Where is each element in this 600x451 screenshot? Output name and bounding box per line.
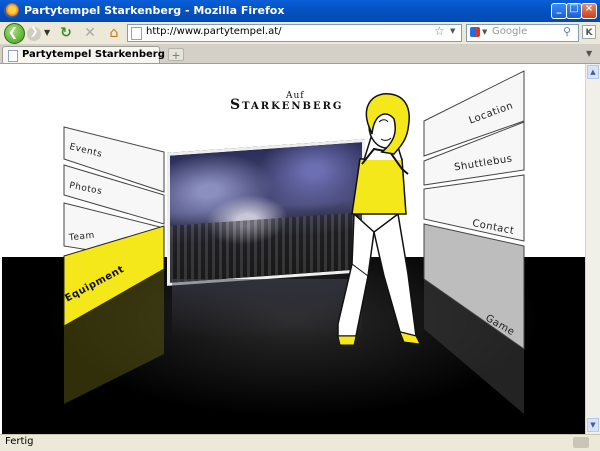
forward-button[interactable]: ❯ xyxy=(27,26,41,41)
page-icon xyxy=(131,27,142,40)
maximize-button[interactable]: □ xyxy=(566,3,582,19)
home-icon[interactable]: ⌂ xyxy=(106,25,122,41)
window-title: Partytempel Starkenberg - Mozilla Firefo… xyxy=(24,4,285,17)
tab-page-icon xyxy=(8,50,18,62)
address-bar-url[interactable]: http://www.partytempel.at/ xyxy=(146,26,282,37)
tab-label: Partytempel Starkenberg xyxy=(22,49,165,60)
status-text: Fertig xyxy=(5,436,34,447)
url-dropdown-icon[interactable]: ▼ xyxy=(450,27,455,35)
tab-strip: Partytempel Starkenberg + ▼ xyxy=(0,44,600,64)
addon-icon[interactable]: K xyxy=(582,25,596,39)
search-engine-dropdown-icon[interactable]: ▼ xyxy=(482,28,487,36)
close-icon: × xyxy=(584,3,594,14)
stop-icon[interactable]: ✕ xyxy=(82,25,98,41)
close-button[interactable]: × xyxy=(581,3,597,19)
status-icon xyxy=(573,437,589,448)
firefox-icon xyxy=(4,3,19,18)
new-tab-button[interactable]: + xyxy=(168,48,184,62)
window-titlebar: Partytempel Starkenberg - Mozilla Firefo… xyxy=(0,0,600,22)
back-button[interactable]: ❮ xyxy=(4,23,25,44)
page-content: Auf Starkenberg Events Photos Team Equip… xyxy=(2,64,585,434)
scroll-up-icon[interactable]: ▲ xyxy=(587,65,599,79)
search-input-placeholder[interactable]: Google xyxy=(492,26,527,37)
reload-icon[interactable]: ↻ xyxy=(58,25,74,41)
tab-partytempel[interactable]: Partytempel Starkenberg xyxy=(2,46,165,63)
search-box[interactable]: ▼ Google ⚲ xyxy=(466,24,579,42)
search-engine-icon[interactable] xyxy=(470,27,480,37)
bookmark-star-icon[interactable]: ☆ xyxy=(434,24,445,38)
forward-arrow-icon: ❯ xyxy=(30,26,39,37)
status-bar: Fertig xyxy=(0,434,600,451)
history-dropdown-icon[interactable]: ▼ xyxy=(44,28,50,37)
search-icon[interactable]: ⚲ xyxy=(563,25,571,38)
minimize-button[interactable]: _ xyxy=(551,3,567,19)
maximize-icon: □ xyxy=(569,3,579,14)
scroll-down-icon[interactable]: ▼ xyxy=(587,418,599,432)
address-bar[interactable]: http://www.partytempel.at/ ☆ ▼ xyxy=(127,24,462,42)
girl-illustration xyxy=(337,93,421,346)
navigation-toolbar: ❮ ❯ ▼ ↻ ✕ ⌂ http://www.partytempel.at/ ☆… xyxy=(0,22,600,45)
minimize-icon: _ xyxy=(556,3,562,14)
tab-list-dropdown-icon[interactable]: ▼ xyxy=(586,49,592,58)
back-arrow-icon: ❮ xyxy=(8,25,19,39)
vertical-scrollbar[interactable]: ▲ ▼ xyxy=(585,64,600,434)
